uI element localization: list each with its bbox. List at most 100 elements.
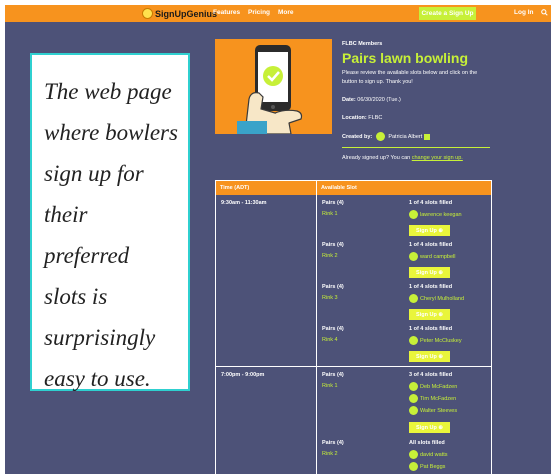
- participant-name: Peter McCluskey: [420, 337, 462, 344]
- location-label: Location:: [342, 115, 367, 121]
- slot-name: Pairs (4): [322, 284, 344, 290]
- caption-line: The web page: [44, 79, 172, 104]
- participant: Peter McCluskey: [409, 336, 462, 345]
- table-row: 7:00pm - 9:00pm Pairs (4) Rink 1 3 of 4 …: [216, 367, 491, 474]
- avatar: [409, 382, 418, 391]
- divider: [342, 147, 490, 148]
- login-link[interactable]: Log In: [514, 9, 534, 16]
- date-row: Date: 06/30/2020 (Tue.): [342, 97, 401, 103]
- sign-up-button[interactable]: Sign Up ⊕: [409, 351, 450, 362]
- location-row: Location: FLBC: [342, 115, 382, 121]
- header-slot: Available Slot: [321, 185, 357, 191]
- participant: Walter Steeves: [409, 406, 457, 415]
- slot-rink: Rink 3: [322, 295, 338, 301]
- already-signed-up: Already signed up? You can change your s…: [342, 155, 463, 161]
- participant: Pat Beggs: [409, 462, 445, 471]
- sign-up-label: Sign Up: [416, 424, 437, 431]
- slot-filled: 1 of 4 slots filled: [409, 200, 453, 206]
- participant: david watts: [409, 450, 448, 459]
- participant: ward campbell: [409, 252, 455, 261]
- avatar: [409, 252, 418, 261]
- slot-name: Pairs (4): [322, 440, 344, 446]
- participant-name: lawrence keegan: [420, 211, 462, 218]
- time-cell: 7:00pm - 9:00pm: [216, 367, 317, 474]
- page-background: SignUpGenius Features Pricing More Creat…: [5, 5, 551, 474]
- nav-pricing[interactable]: Pricing: [248, 9, 270, 16]
- logo[interactable]: SignUpGenius: [142, 7, 217, 20]
- slot-filled: 1 of 4 slots filled: [409, 242, 453, 248]
- creator-name[interactable]: Patricia Albert: [388, 134, 422, 140]
- participant: Deb McFadzen: [409, 382, 457, 391]
- nav-features[interactable]: Features: [213, 9, 240, 16]
- participant: Tim McFadzen: [409, 394, 456, 403]
- slot-item: Pairs (4) Rink 2 All slots filled david …: [322, 440, 491, 474]
- description: Please review the available slots below …: [342, 70, 478, 85]
- date-value: 06/30/2020 (Tue.): [357, 97, 401, 103]
- plus-icon: ⊕: [438, 269, 443, 276]
- sign-up-button[interactable]: Sign Up ⊕: [409, 225, 450, 236]
- participant-name: Tim McFadzen: [420, 395, 457, 402]
- slot-rink: Rink 1: [322, 211, 338, 217]
- slot-rink: Rink 2: [322, 451, 338, 457]
- hero-image: [215, 39, 332, 134]
- sign-up-button[interactable]: Sign Up ⊕: [409, 422, 450, 433]
- creator-label: Created by:: [342, 133, 373, 140]
- caption-line: slots is: [44, 284, 108, 309]
- caption-line: where bowlers: [44, 120, 178, 145]
- slot-filled: 3 of 4 slots filled: [409, 372, 453, 378]
- creator-row: Created by: Patricia Albert: [342, 132, 430, 141]
- sign-up-button[interactable]: Sign Up ⊕: [409, 267, 450, 278]
- slot-filled: All slots filled: [409, 440, 445, 446]
- slot-name: Pairs (4): [322, 200, 344, 206]
- slot-name: Pairs (4): [322, 242, 344, 248]
- participant-name: Deb McFadzen: [420, 383, 458, 390]
- create-sign-up-button[interactable]: Create a Sign Up: [419, 7, 476, 20]
- caption-line: their preferred: [44, 202, 130, 268]
- date-label: Date:: [342, 97, 356, 103]
- participant-name: Pat Beggs: [420, 463, 446, 470]
- sign-up-label: Sign Up: [416, 227, 437, 234]
- verified-icon: [423, 133, 430, 140]
- logo-text: SignUpGenius: [155, 8, 218, 19]
- avatar: [409, 450, 418, 459]
- nav-more[interactable]: More: [278, 9, 294, 16]
- search-icon[interactable]: [541, 9, 548, 16]
- phone-checkmark-icon: [215, 39, 332, 134]
- top-navigation: SignUpGenius Features Pricing More Creat…: [5, 5, 551, 22]
- slot-name: Pairs (4): [322, 326, 344, 332]
- logo-icon: [142, 8, 153, 19]
- table-header: Time (ADT) Available Slot: [216, 181, 491, 195]
- participant-name: david watts: [420, 451, 448, 458]
- sign-up-label: Sign Up: [416, 353, 437, 360]
- plus-icon: ⊕: [438, 353, 443, 360]
- slot-item: Pairs (4) Rink 1 1 of 4 slots filled law…: [322, 200, 491, 240]
- avatar: [375, 132, 385, 141]
- participant: Cheryl Mulholland: [409, 294, 464, 303]
- location-value: FLBC: [368, 115, 383, 121]
- slot-item: Pairs (4) Rink 4 1 of 4 slots filled Pet…: [322, 326, 491, 366]
- participant-name: ward campbell: [420, 253, 456, 260]
- avatar: [409, 294, 418, 303]
- caption-line: sign up for: [44, 161, 144, 186]
- slot-rink: Rink 1: [322, 383, 338, 389]
- slots-table: Time (ADT) Available Slot 9:30am - 11:30…: [215, 180, 492, 474]
- avatar: [409, 336, 418, 345]
- slot-filled: 1 of 4 slots filled: [409, 284, 453, 290]
- sign-up-label: Sign Up: [416, 311, 437, 318]
- avatar: [409, 394, 418, 403]
- sign-up-button[interactable]: Sign Up ⊕: [409, 309, 450, 320]
- sign-up-label: Sign Up: [416, 269, 437, 276]
- caption-line: surprisingly: [44, 325, 156, 350]
- caption-line: easy to use.: [44, 366, 151, 391]
- table-row: 9:30am - 11:30am Pairs (4) Rink 1 1 of 4…: [216, 195, 491, 367]
- caption-card: The web page where bowlers sign up for t…: [30, 53, 190, 391]
- change-sign-up-link[interactable]: change your sign up.: [412, 155, 463, 161]
- avatar: [409, 210, 418, 219]
- plus-icon: ⊕: [438, 424, 443, 431]
- page-title: Pairs lawn bowling: [342, 50, 469, 66]
- slot-rink: Rink 4: [322, 337, 338, 343]
- avatar: [409, 462, 418, 471]
- plus-icon: ⊕: [438, 227, 443, 234]
- slot-rink: Rink 2: [322, 253, 338, 259]
- slot-item: Pairs (4) Rink 1 3 of 4 slots filled Deb…: [322, 372, 491, 436]
